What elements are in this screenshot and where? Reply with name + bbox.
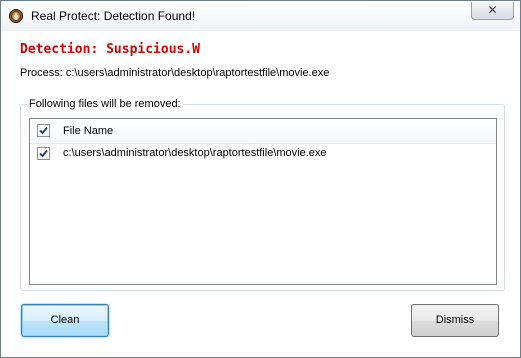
table-row[interactable]: c:\users\administrator\desktop\raptortes… — [30, 143, 496, 165]
files-group-label: Following files will be removed: — [27, 98, 183, 110]
close-button[interactable]: ✕ — [471, 2, 514, 20]
process-path: Process: c:\users\administrator\desktop\… — [20, 67, 330, 79]
clean-button[interactable]: Clean — [21, 304, 109, 337]
file-name-column-header[interactable]: File Name — [63, 125, 113, 137]
window-title: Real Protect: Detection Found! — [31, 9, 196, 23]
file-path: c:\users\administrator\desktop\raptortes… — [63, 147, 327, 159]
checkmark-icon — [39, 126, 48, 135]
file-checkbox[interactable] — [37, 147, 50, 160]
dismiss-button[interactable]: Dismiss — [411, 304, 499, 337]
checkmark-icon — [39, 149, 48, 158]
file-list[interactable]: File Name c:\users\administrator\desktop… — [29, 118, 497, 285]
select-all-checkbox[interactable] — [37, 124, 50, 137]
detection-dialog: Real Protect: Detection Found! ✕ Detecti… — [0, 0, 521, 358]
raptor-shield-icon — [9, 9, 23, 23]
file-list-header: File Name — [30, 119, 496, 144]
detection-title: Detection: Suspicious.W — [20, 42, 201, 57]
title-bar[interactable]: Real Protect: Detection Found! ✕ — [1, 1, 520, 31]
close-icon: ✕ — [487, 3, 498, 17]
